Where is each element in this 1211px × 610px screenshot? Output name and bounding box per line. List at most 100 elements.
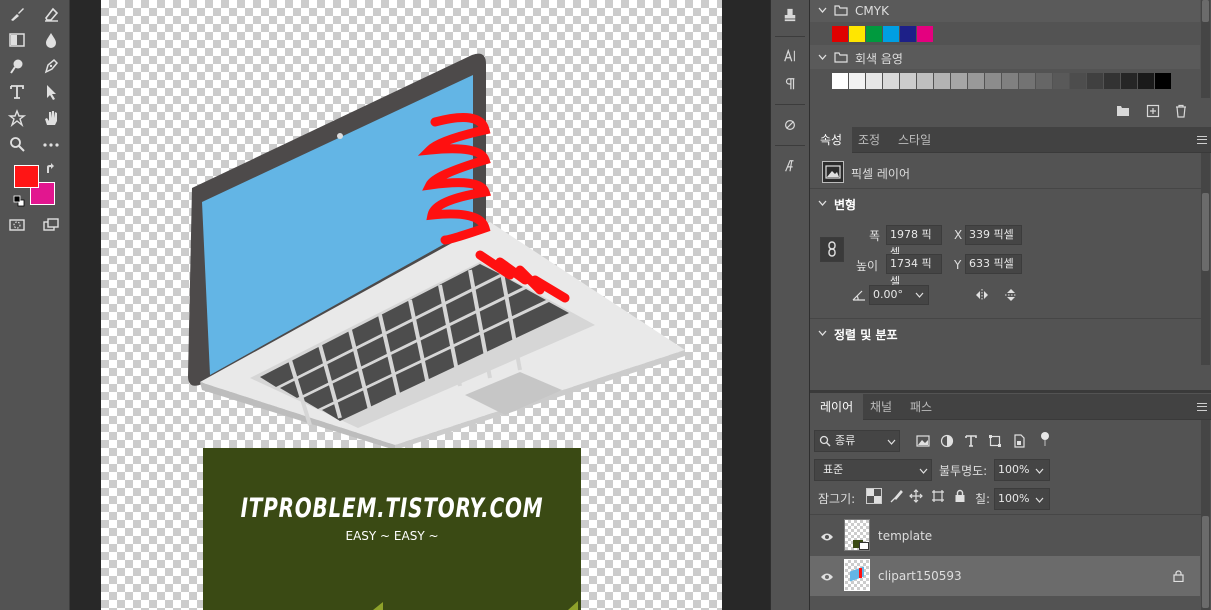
filter-adjustment-icon[interactable] — [938, 432, 956, 450]
lock-position-icon[interactable] — [908, 488, 924, 504]
visibility-eye-icon[interactable] — [820, 531, 834, 545]
foreground-color-swatch[interactable] — [14, 165, 39, 188]
angle-icon — [852, 290, 865, 301]
chevron-down-icon — [1035, 468, 1044, 474]
tab-properties[interactable]: 속성 — [810, 127, 853, 153]
color-swatch[interactable] — [1087, 73, 1103, 89]
color-swatch[interactable] — [1002, 73, 1018, 89]
swatches-scrollbar[interactable] — [1201, 0, 1210, 98]
layer-name: template — [878, 529, 933, 543]
color-swatch[interactable] — [849, 26, 865, 42]
tab-channels[interactable]: 채널 — [860, 394, 902, 420]
properties-scrollbar[interactable] — [1201, 153, 1210, 365]
color-swatch[interactable] — [900, 73, 916, 89]
layer-thumbnail — [844, 559, 870, 591]
color-swatch[interactable] — [1104, 73, 1120, 89]
paragraph-panel-icon[interactable] — [779, 73, 801, 95]
link-icon — [828, 241, 836, 257]
link-dimensions-button[interactable] — [820, 237, 844, 262]
width-field[interactable]: 1978 픽셀 — [886, 225, 942, 259]
layer-row-clipart[interactable]: clipart150593 — [810, 556, 1200, 596]
color-swatch[interactable] — [968, 73, 984, 89]
hand-icon[interactable] — [40, 107, 62, 129]
layer-type-label: 픽셀 레이어 — [851, 167, 911, 181]
panel-menu-icon[interactable] — [1197, 136, 1207, 144]
delete-icon[interactable] — [1173, 103, 1189, 119]
color-swatch[interactable] — [866, 73, 882, 89]
filter-toggle[interactable] — [1040, 432, 1050, 448]
swap-colors-icon[interactable] — [45, 163, 57, 175]
layer-row-template[interactable]: template — [810, 516, 1200, 556]
color-swatch[interactable] — [1138, 73, 1154, 89]
opacity-field[interactable]: 100% — [994, 459, 1050, 481]
lock-artboard-icon[interactable] — [930, 488, 946, 504]
filter-type-icon[interactable] — [962, 432, 980, 450]
pen-icon[interactable] — [40, 55, 62, 77]
default-colors-icon[interactable] — [13, 195, 25, 207]
zoom-icon[interactable] — [6, 133, 28, 155]
eraser-icon[interactable] — [40, 3, 62, 25]
swatch-group-cmyk[interactable]: CMYK — [810, 0, 1200, 22]
flip-horizontal-icon[interactable] — [973, 286, 991, 304]
quick-mask-icon[interactable] — [6, 214, 28, 236]
color-swatch[interactable] — [917, 26, 933, 42]
dodge-icon[interactable] — [6, 55, 28, 77]
color-swatch[interactable] — [1155, 73, 1171, 89]
chevron-down-icon[interactable] — [818, 200, 827, 206]
chevron-down-icon[interactable] — [818, 330, 827, 336]
filter-pixel-icon[interactable] — [914, 432, 932, 450]
tab-layers[interactable]: 레이어 — [810, 394, 864, 420]
color-swatch[interactable] — [849, 73, 865, 89]
new-swatch-icon[interactable] — [1145, 103, 1161, 119]
color-swatch[interactable] — [883, 26, 899, 42]
blur-icon[interactable] — [40, 29, 62, 51]
color-swatch[interactable] — [883, 73, 899, 89]
color-swatch[interactable] — [866, 26, 882, 42]
screen-mode-icon[interactable] — [40, 214, 62, 236]
stamp-icon[interactable] — [779, 4, 801, 26]
fill-field[interactable]: 100% — [994, 488, 1050, 510]
color-swatch[interactable] — [1121, 73, 1137, 89]
brush-icon[interactable] — [6, 3, 28, 25]
more-icon[interactable] — [40, 133, 62, 155]
brush-settings-icon[interactable] — [779, 114, 801, 136]
swatch-group-grayscale[interactable]: 회색 음영 — [810, 45, 1200, 69]
glyphs-panel-icon[interactable] — [779, 155, 801, 177]
angle-field[interactable]: 0.00° — [869, 285, 929, 305]
color-swatch[interactable] — [934, 73, 950, 89]
color-swatch[interactable] — [900, 26, 916, 42]
color-swatch[interactable] — [1070, 73, 1086, 89]
flip-vertical-icon[interactable] — [1002, 286, 1020, 304]
color-swatch[interactable] — [917, 73, 933, 89]
new-group-icon[interactable] — [1115, 103, 1131, 119]
tab-styles[interactable]: 스타일 — [888, 127, 941, 153]
layer-filter-dropdown[interactable]: 종류 — [814, 430, 900, 452]
height-field[interactable]: 1734 픽셀 — [886, 254, 942, 288]
color-swatch[interactable] — [832, 26, 848, 42]
color-swatch[interactable] — [951, 73, 967, 89]
blend-mode-dropdown[interactable]: 표준 — [814, 459, 932, 481]
y-field[interactable]: 633 픽셀 — [965, 254, 1022, 274]
filter-smart-object-icon[interactable] — [1010, 432, 1028, 450]
lock-all-icon[interactable] — [952, 488, 968, 504]
color-swatch[interactable] — [832, 73, 848, 89]
x-field[interactable]: 339 픽셀 — [965, 225, 1022, 245]
color-swatch[interactable] — [1053, 73, 1069, 89]
gradient-icon[interactable] — [6, 29, 28, 51]
path-select-icon[interactable] — [40, 81, 62, 103]
tab-adjustments[interactable]: 조정 — [848, 127, 890, 153]
lock-pixels-icon[interactable] — [888, 488, 904, 504]
layers-scrollbar[interactable] — [1201, 420, 1210, 610]
visibility-eye-icon[interactable] — [820, 571, 834, 585]
tab-paths[interactable]: 패스 — [900, 394, 942, 420]
color-swatch[interactable] — [985, 73, 1001, 89]
filter-shape-icon[interactable] — [986, 432, 1004, 450]
character-panel-icon[interactable] — [779, 45, 801, 67]
color-swatch[interactable] — [1036, 73, 1052, 89]
panel-menu-icon[interactable] — [1197, 403, 1207, 411]
color-swatch[interactable] — [1019, 73, 1035, 89]
layer-lock-icon — [1173, 570, 1184, 582]
type-icon[interactable] — [6, 81, 28, 103]
shape-icon[interactable] — [6, 107, 28, 129]
lock-transparent-icon[interactable] — [866, 488, 882, 504]
